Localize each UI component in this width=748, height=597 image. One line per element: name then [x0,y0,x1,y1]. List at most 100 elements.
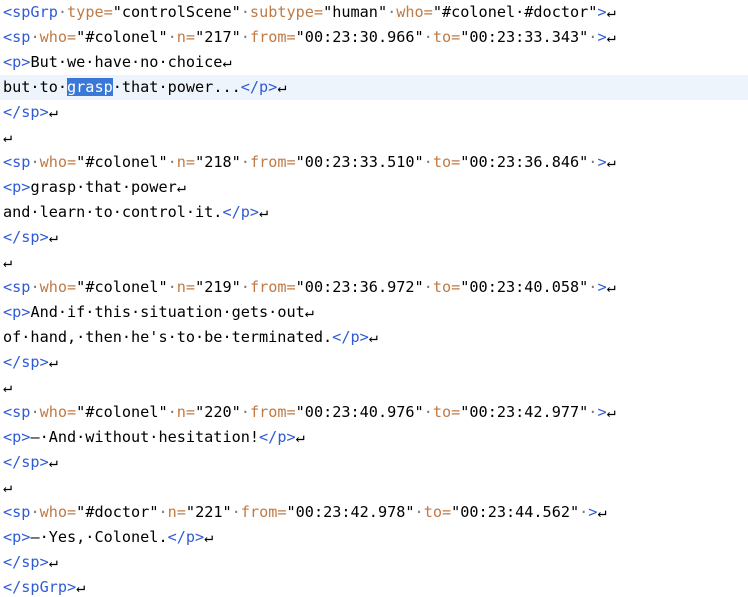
whitespace-marker: · [240,278,250,296]
selected-text: grasp [67,78,113,96]
whitespace-marker: · [30,153,40,171]
text-content: of·hand,·then·he's·to·be·terminated. [3,328,333,346]
text-content: ↵ [3,478,13,496]
whitespace-marker: · [240,403,250,421]
xml-tag: > [597,278,607,296]
xml-tag: </p> [222,203,260,221]
xml-tag: <p> [3,528,31,546]
code-line[interactable]: <sp·who="#colonel"·n="219"·from="00:23:3… [0,275,748,300]
xml-tag: </sp> [3,103,49,121]
text-content: "220" [195,403,241,421]
whitespace-marker: · [57,3,68,21]
xml-tag: <sp [3,278,31,296]
xml-tag: <p> [3,303,31,321]
text-content: ↵ [277,78,287,96]
text-content: ↵ [295,428,305,446]
whitespace-marker: · [423,403,433,421]
xml-tag: </p> [259,428,296,446]
code-line[interactable]: <sp·who="#colonel"·n="218"·from="00:23:3… [0,150,748,175]
text-content: But·we·have·no·choice↵ [30,53,232,71]
xml-code-editor[interactable]: <spGrp·type="controlScene"·subtype="huma… [0,0,748,597]
xml-tag: </sp> [3,353,49,371]
text-content: ↵ [259,203,269,221]
xml-attribute-name: n= [176,28,196,46]
text-content: "217" [195,28,241,46]
xml-tag: <sp [3,28,31,46]
xml-tag: > [597,3,607,21]
text-content: ↵ [3,253,13,271]
text-content: ↵ [3,378,13,396]
text-content: ↵ [3,128,13,146]
code-line[interactable]: <spGrp·type="controlScene"·subtype="huma… [0,0,748,25]
text-content: –·Yes,·Colonel. [30,528,168,546]
text-content: "#colonel" [76,28,168,46]
code-line[interactable]: <p>And·if·this·situation·gets·out↵ [0,300,748,325]
xml-attribute-name: from= [249,153,296,171]
whitespace-marker: · [30,278,40,296]
xml-attribute-name: subtype= [249,3,324,21]
whitespace-marker: · [30,503,40,521]
xml-attribute-name: n= [167,503,186,521]
whitespace-marker: · [167,403,177,421]
xml-attribute-name: n= [176,403,196,421]
xml-tag: </sp> [3,228,49,246]
code-line[interactable]: </sp>↵ [0,100,748,125]
code-line[interactable]: <p>–·And·without·hesitation!</p>↵ [0,425,748,450]
code-line[interactable]: </spGrp>↵ [0,575,748,597]
text-content: ↵ [48,103,58,121]
code-line[interactable]: </sp>↵ [0,225,748,250]
text-content: "#colonel·#doctor" [432,3,598,21]
code-line[interactable]: <p>grasp·that·power↵ [0,175,748,200]
code-line[interactable]: of·hand,·then·he's·to·be·terminated.</p>… [0,325,748,350]
xml-tag: <p> [3,428,31,446]
whitespace-marker: · [414,503,424,521]
text-content: ↵ [76,578,86,596]
xml-tag: <sp [3,503,31,521]
whitespace-marker: · [387,3,397,21]
xml-tag: <p> [3,178,31,196]
text-content: "controlScene" [112,3,241,21]
code-line[interactable]: ↵ [0,125,748,150]
code-line[interactable]: <sp·who="#doctor"·n="221"·from="00:23:42… [0,500,748,525]
xml-attribute-name: who= [39,278,77,296]
whitespace-marker: · [240,3,250,21]
whitespace-marker: · [30,403,40,421]
code-line[interactable]: </sp>↵ [0,350,748,375]
text-content: And·if·this·situation·gets·out↵ [30,303,314,321]
whitespace-marker: · [167,278,177,296]
code-line[interactable]: and·learn·to·control·it.</p>↵ [0,200,748,225]
code-line[interactable]: but·to·grasp·that·power...</p>↵ [0,75,748,100]
text-content: "human" [323,3,388,21]
xml-tag: </sp> [3,453,49,471]
xml-tag: > [597,28,607,46]
code-line[interactable]: <sp·who="#colonel"·n="220"·from="00:23:4… [0,400,748,425]
xml-tag: </p> [167,528,205,546]
whitespace-marker: · [231,503,241,521]
code-line[interactable]: <p>But·we·have·no·choice↵ [0,50,748,75]
text-content: "221" [185,503,232,521]
text-content: "218" [195,153,241,171]
xml-attribute-name: who= [39,153,77,171]
text-content: but·to· [3,78,68,96]
text-content: "#doctor" [76,503,159,521]
code-line[interactable]: <sp·who="#colonel"·n="217"·from="00:23:3… [0,25,748,50]
code-line[interactable]: ↵ [0,250,748,275]
xml-tag: </p> [332,328,369,346]
xml-attribute-name: n= [176,278,196,296]
xml-tag: </sp> [3,553,49,571]
code-line[interactable]: <p>–·Yes,·Colonel.</p>↵ [0,525,748,550]
text-content: "#colonel" [76,153,168,171]
text-content: ↵ [606,278,616,296]
code-line[interactable]: </sp>↵ [0,450,748,475]
text-content: ↵ [368,328,378,346]
text-content: "#colonel" [76,403,168,421]
xml-attribute-name: from= [249,28,296,46]
code-line[interactable]: ↵ [0,475,748,500]
code-line[interactable]: </sp>↵ [0,550,748,575]
whitespace-marker: · [240,28,250,46]
code-line[interactable]: ↵ [0,375,748,400]
text-content: "00:23:36.846" [460,153,589,171]
text-content: –·And·without·hesitation! [30,428,260,446]
xml-attribute-name: n= [176,153,196,171]
text-content: grasp·that·power↵ [30,178,186,196]
